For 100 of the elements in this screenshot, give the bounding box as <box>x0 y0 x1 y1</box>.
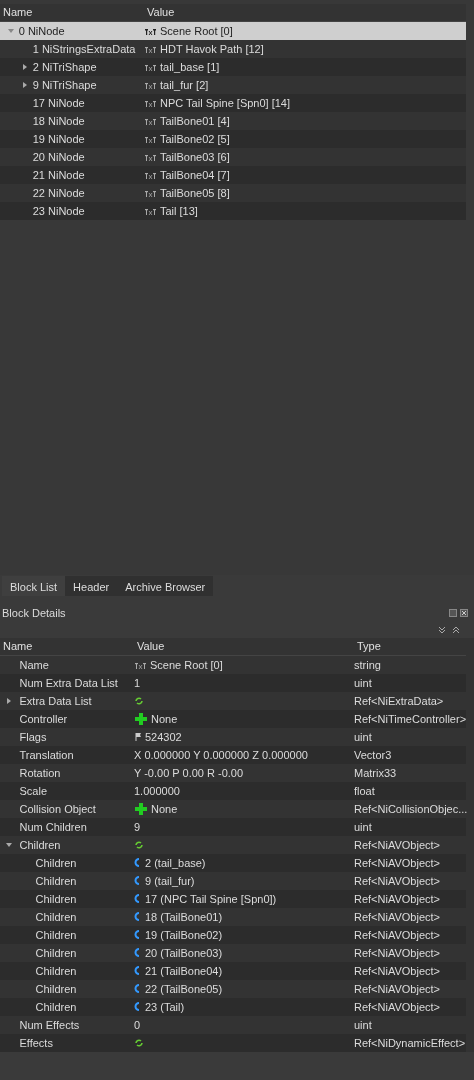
tree-row[interactable]: 2 NiTriShape tail_base [1] <box>0 58 466 76</box>
node-value: TailBone04 [7] <box>160 167 230 183</box>
node-name: 2 NiTriShape <box>32 59 97 75</box>
node-value: Tail [13] <box>160 203 198 219</box>
tree-row[interactable]: 20 NiNode TailBone03 [6] <box>0 148 466 166</box>
tree-row[interactable]: 21 NiNode TailBone04 [7] <box>0 166 466 184</box>
field-value[interactable]: None <box>151 800 178 818</box>
tab[interactable]: Header <box>65 576 118 596</box>
field-type: uint <box>354 675 373 691</box>
tree-row[interactable]: 9 NiTriShape tail_fur [2] <box>0 76 466 94</box>
field-name: Children <box>35 873 77 889</box>
node-name: 18 NiNode <box>32 113 85 129</box>
field-value[interactable]: Scene Root [0] <box>150 656 223 674</box>
field-name: Controller <box>19 711 68 727</box>
field-value[interactable]: 2 (tail_base) <box>145 854 206 872</box>
node-value: NPC Tail Spine [Spn0] [14] <box>160 95 291 111</box>
node-value: Scene Root [0] <box>160 23 233 39</box>
tree-row[interactable]: 23 NiNode Tail [13] <box>0 202 466 220</box>
field-name: Children <box>35 945 77 961</box>
field-name: Num Extra Data List <box>19 675 118 691</box>
field-value[interactable]: 9 <box>134 818 141 836</box>
field-name: Children <box>19 837 61 853</box>
field-type: Matrix33 <box>354 765 398 781</box>
field-type: Vector3 <box>354 747 393 763</box>
field-type: uint <box>354 1017 373 1033</box>
node-value: TailBone05 [8] <box>160 185 230 201</box>
field-value[interactable]: X 0.000000 Y 0.000000 Z 0.000000 <box>134 746 308 764</box>
field-type: Ref<NiAVObject> <box>354 891 441 907</box>
field-type: uint <box>354 729 373 745</box>
field-type: uint <box>354 819 373 835</box>
field-value[interactable]: 17 (NPC Tail Spine [Spn0]) <box>145 890 277 908</box>
tree-row[interactable]: 0 NiNode Scene Root [0] <box>0 22 466 40</box>
tab[interactable]: Block List <box>2 576 66 596</box>
field-name: Effects <box>19 1035 53 1051</box>
field-name: Children <box>35 891 77 907</box>
node-name: 21 NiNode <box>32 167 85 183</box>
tree-row[interactable]: 19 NiNode TailBone02 [5] <box>0 130 466 148</box>
field-name: Extra Data List <box>19 693 92 709</box>
panel-title: Block Details <box>2 605 66 621</box>
column-header[interactable]: Value <box>134 638 354 655</box>
field-name: Children <box>35 855 77 871</box>
field-value[interactable]: 1.000000 <box>134 782 180 800</box>
field-type: Ref<NiExtraData> <box>354 693 445 709</box>
field-name: Children <box>35 963 77 979</box>
field-value[interactable]: 22 (TailBone05) <box>145 980 223 998</box>
node-value: tail_base [1] <box>160 59 220 75</box>
field-value[interactable]: Y -0.00 P 0.00 R -0.00 <box>134 764 244 782</box>
field-value[interactable]: 23 (Tail) <box>145 998 185 1016</box>
tree-row[interactable]: 1 NiStringsExtraData HDT Havok Path [12] <box>0 40 466 58</box>
field-value[interactable]: 21 (TailBone04) <box>145 962 223 980</box>
node-name: 23 NiNode <box>32 203 85 219</box>
tree-row[interactable]: 22 NiNode TailBone05 [8] <box>0 184 466 202</box>
field-type: Ref<NiTimeController> <box>354 711 467 727</box>
field-value[interactable]: 9 (tail_fur) <box>145 872 195 890</box>
column-header[interactable]: Type <box>354 638 466 655</box>
field-name: Children <box>35 981 77 997</box>
field-name: Children <box>35 909 77 925</box>
field-type: Ref<NiAVObject> <box>354 873 441 889</box>
field-value[interactable]: 0 <box>134 1016 141 1034</box>
field-type: Ref<NiDynamicEffect> <box>354 1035 466 1051</box>
node-name: 17 NiNode <box>32 95 85 111</box>
node-name: 19 NiNode <box>32 131 85 147</box>
tree-row[interactable]: 18 NiNode TailBone01 [4] <box>0 112 466 130</box>
node-name: 1 NiStringsExtraData <box>32 41 136 57</box>
float-icon[interactable] <box>449 609 458 617</box>
field-type: Ref<NiAVObject> <box>354 837 441 853</box>
node-name: 20 NiNode <box>32 149 85 165</box>
field-type: Ref<NiAVObject> <box>354 999 441 1015</box>
field-name: Children <box>35 927 77 943</box>
node-value: tail_fur [2] <box>160 77 209 93</box>
column-header[interactable]: Name <box>0 4 144 21</box>
field-name: Num Effects <box>19 1017 80 1033</box>
field-value[interactable]: 1 <box>134 674 141 692</box>
field-name: Translation <box>19 747 74 763</box>
field-value[interactable]: 20 (TailBone03) <box>145 944 223 962</box>
field-type: string <box>354 657 382 673</box>
field-name: Num Children <box>19 819 87 835</box>
field-type: Ref<NiAVObject> <box>354 855 441 871</box>
field-name: Flags <box>19 729 47 745</box>
node-value: TailBone01 [4] <box>160 113 230 129</box>
node-value: TailBone02 [5] <box>160 131 230 147</box>
column-header[interactable]: Name <box>0 638 134 655</box>
field-name: Scale <box>19 783 48 799</box>
field-type: float <box>354 783 376 799</box>
expand-all-icon[interactable] <box>438 626 446 634</box>
collapse-all-icon[interactable] <box>452 626 460 634</box>
node-name: 22 NiNode <box>32 185 85 201</box>
tree-row[interactable]: 17 NiNode NPC Tail Spine [Spn0] [14] <box>0 94 466 112</box>
field-name: Children <box>35 999 77 1015</box>
node-value: TailBone03 [6] <box>160 149 230 165</box>
field-value[interactable]: 524302 <box>145 728 182 746</box>
field-value[interactable]: 19 (TailBone02) <box>145 926 223 944</box>
field-value[interactable]: None <box>151 710 178 728</box>
column-header[interactable]: Value <box>144 4 466 21</box>
field-value[interactable]: 18 (TailBone01) <box>145 908 223 926</box>
field-type: Ref<NiAVObject> <box>354 981 441 997</box>
close-icon[interactable] <box>460 609 468 617</box>
field-type: Ref<NiAVObject> <box>354 963 441 979</box>
node-value: HDT Havok Path [12] <box>160 41 264 57</box>
tab[interactable]: Archive Browser <box>117 576 214 596</box>
